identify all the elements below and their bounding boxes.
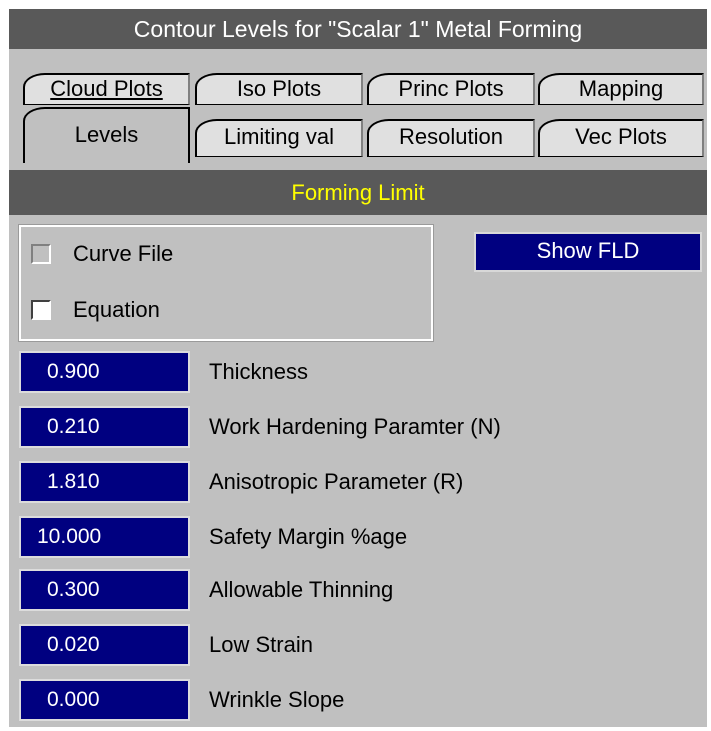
thickness-label: Thickness (209, 359, 309, 384)
curve-file-label: Curve File (73, 241, 174, 266)
window-title: Contour Levels for "Scalar 1" Metal Form… (9, 9, 707, 49)
param-row-allowable-thinning: 0.300 Allowable Thinning (19, 569, 699, 611)
work-hardening-label: Work Hardening Paramter (N) (209, 414, 501, 439)
tab-resolution[interactable]: Resolution (367, 119, 535, 157)
anisotropic-input[interactable]: 1.810 (19, 461, 190, 503)
param-row-thickness: 0.900 Thickness (19, 351, 699, 393)
tab-iso-plots[interactable]: Iso Plots (195, 73, 363, 105)
tab-label: Vec Plots (575, 124, 667, 149)
tab-mapping[interactable]: Mapping (538, 73, 704, 105)
tab-label: Resolution (399, 124, 503, 149)
tab-levels[interactable]: Levels (23, 107, 190, 163)
tab-label: Mapping (578, 76, 664, 101)
param-row-low-strain: 0.020 Low Strain (19, 624, 699, 666)
anisotropic-label: Anisotropic Parameter (R) (209, 469, 464, 494)
work-hardening-input[interactable]: 0.210 (19, 406, 190, 448)
tab-vec-plots[interactable]: Vec Plots (538, 119, 704, 157)
param-row-work-hardening: 0.210 Work Hardening Paramter (N) (19, 406, 699, 448)
curve-file-checkbox[interactable] (31, 244, 51, 264)
tab-label: Princ Plots (398, 76, 504, 101)
wrinkle-slope-label: Wrinkle Slope (209, 687, 345, 712)
section-title: Forming Limit (9, 170, 707, 215)
equation-checkbox[interactable] (31, 300, 51, 320)
allowable-thinning-label: Allowable Thinning (209, 577, 394, 602)
show-fld-button[interactable]: Show FLD (474, 232, 702, 272)
tab-label: Iso Plots (236, 76, 322, 101)
param-row-safety-margin: 10.000 Safety Margin %age (19, 516, 699, 558)
equation-label: Equation (73, 297, 160, 322)
low-strain-input[interactable]: 0.020 (19, 624, 190, 666)
low-strain-label: Low Strain (209, 632, 313, 657)
safety-margin-input[interactable]: 10.000 (19, 516, 190, 558)
safety-margin-label: Safety Margin %age (209, 524, 408, 549)
tab-label: Levels (74, 122, 139, 147)
tab-princ-plots[interactable]: Princ Plots (367, 73, 535, 105)
thickness-input[interactable]: 0.900 (19, 351, 190, 393)
tab-cloud-plots[interactable]: Cloud Plots (23, 73, 190, 105)
contour-levels-panel: Contour Levels for "Scalar 1" Metal Form… (9, 9, 707, 727)
param-row-wrinkle-slope: 0.000 Wrinkle Slope (19, 679, 699, 721)
tab-label: Limiting val (223, 124, 335, 149)
tab-limiting-val[interactable]: Limiting val (195, 119, 363, 157)
tab-label: Cloud Plots (50, 76, 163, 101)
wrinkle-slope-input[interactable]: 0.000 (19, 679, 190, 721)
param-row-anisotropic: 1.810 Anisotropic Parameter (R) (19, 461, 699, 503)
allowable-thinning-input[interactable]: 0.300 (19, 569, 190, 611)
